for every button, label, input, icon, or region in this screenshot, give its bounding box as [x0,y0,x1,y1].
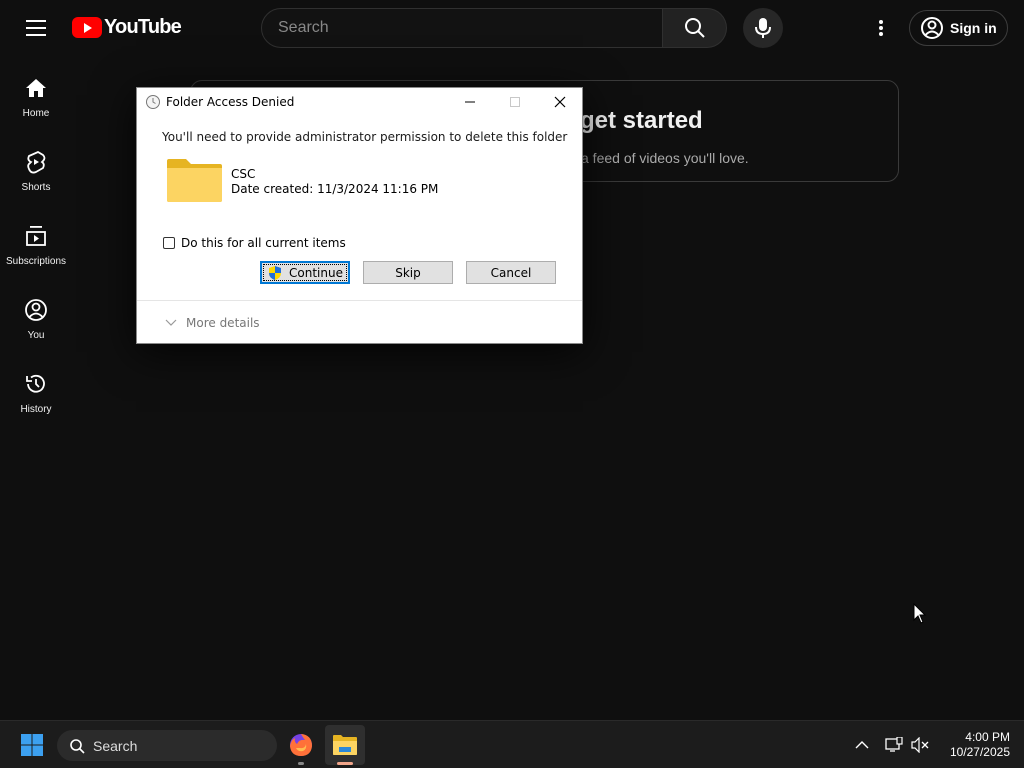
windows-logo-icon [21,734,43,756]
start-button[interactable] [14,729,50,761]
dialog-message: You'll need to provide administrator per… [162,130,568,144]
minimize-button[interactable] [447,88,493,116]
sidebar-item-you[interactable]: You [0,278,72,352]
promo-subtitle: a feed of videos you'll love. [581,150,749,166]
running-indicator [298,762,304,765]
clock-icon [146,95,160,109]
more-details-label: More details [186,316,260,330]
continue-label: Continue [289,265,343,280]
sidebar-item-label: History [20,404,52,415]
sidebar-item-label: You [27,330,45,341]
folder-icon [166,158,223,203]
uac-shield-icon [269,265,282,280]
you-icon [25,299,47,321]
sign-in-label: Sign in [950,20,997,36]
show-hidden-icons-button[interactable] [850,733,874,757]
volume-muted-icon [911,737,929,753]
volume-tray-button[interactable] [908,733,932,757]
taskbar-clock[interactable]: 4:00 PM 10/27/2025 [936,730,1010,760]
firefox-icon [290,734,312,756]
history-icon [26,374,45,393]
sidebar-item-shorts[interactable]: Shorts [0,130,72,204]
taskbar-search[interactable]: Search [57,730,277,761]
checkbox-label: Do this for all current items [181,236,346,250]
skip-label: Skip [395,265,421,280]
maximize-icon [510,97,520,107]
cancel-button[interactable]: Cancel [466,261,556,284]
account-icon [921,17,943,39]
active-indicator [337,762,353,765]
youtube-logo[interactable]: YouTube [72,16,182,39]
sidebar-item-label: Home [22,108,50,119]
promo-title: get started [580,107,703,134]
youtube-play-icon [72,17,102,38]
search-field[interactable] [261,8,663,48]
clock-date: 10/27/2025 [949,745,1010,759]
apply-all-checkbox[interactable] [163,237,175,249]
cancel-label: Cancel [490,265,532,280]
skip-button[interactable]: Skip [363,261,453,284]
sidebar-item-subscriptions[interactable]: Subscriptions [0,204,72,278]
file-explorer-icon [333,735,357,755]
windows-taskbar: Search 4:00 PM 10/27/2025 [0,720,1024,768]
maximize-button [492,88,538,116]
menu-icon[interactable] [16,16,56,40]
network-tray-button[interactable] [882,733,906,757]
network-icon [885,737,903,752]
kebab-menu-icon [879,20,883,36]
sidebar-item-history[interactable]: History [0,352,72,426]
sidebar: Home Shorts Subscriptions You History [0,56,72,426]
shorts-icon [27,150,46,174]
more-options-button[interactable] [866,12,896,44]
search-button[interactable] [663,8,727,48]
voice-search-button[interactable] [743,8,783,48]
chevron-up-icon [855,741,869,749]
clock-time: 4:00 PM [965,730,1010,744]
sign-in-button[interactable]: Sign in [909,10,1008,46]
dialog-divider [137,300,582,301]
search-icon [70,738,85,754]
mouse-cursor-icon [913,602,927,630]
more-details-toggle[interactable]: More details [165,316,260,330]
dialog-title: Folder Access Denied [166,95,295,109]
taskbar-app-file-explorer[interactable] [325,725,365,765]
apply-all-checkbox-row[interactable]: Do this for all current items [163,236,346,250]
folder-date: Date created: 11/3/2024 11:16 PM [231,182,439,196]
search-icon [684,18,705,38]
microphone-icon [755,18,771,38]
sidebar-item-label: Shorts [21,182,51,193]
folder-name: CSC [231,167,256,181]
dialog-titlebar[interactable]: Folder Access Denied [137,88,582,116]
taskbar-search-label: Search [93,737,138,754]
sidebar-item-label: Subscriptions [5,256,67,267]
sidebar-item-home[interactable]: Home [0,56,72,130]
folder-access-denied-dialog: Folder Access Denied You'll need to prov… [136,87,583,344]
close-icon [554,96,566,108]
continue-button[interactable]: Continue [260,261,350,284]
home-icon [26,79,46,97]
chevron-down-icon [165,319,177,326]
subscriptions-icon [26,226,46,246]
youtube-header: YouTube Sign in [0,0,1024,56]
minimize-icon [465,101,475,103]
close-button[interactable] [537,88,583,116]
search-input[interactable] [278,19,662,37]
logo-text: YouTube [104,16,182,38]
taskbar-app-firefox[interactable] [281,725,321,765]
